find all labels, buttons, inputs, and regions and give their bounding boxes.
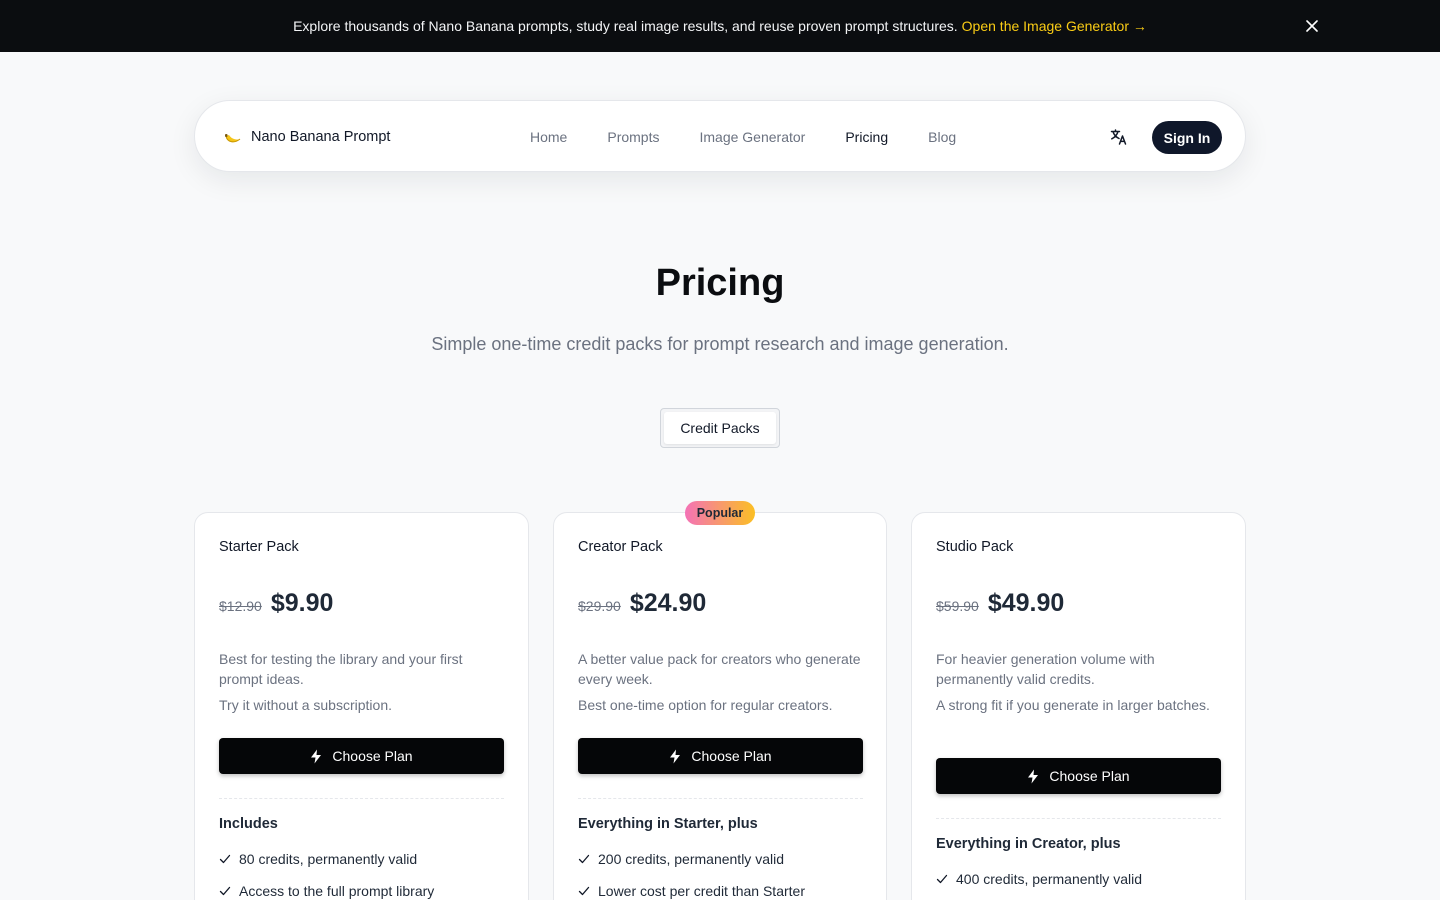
feature-text: 200 credits, permanently valid (598, 851, 784, 867)
plan-card-studio: Studio Pack $59.90 $49.90 For heavier ge… (911, 512, 1246, 900)
card-divider (936, 818, 1221, 819)
feature-item: 400 credits, permanently valid (936, 871, 1221, 887)
bolt-icon (311, 749, 322, 763)
close-announcement-button[interactable] (1302, 16, 1322, 36)
card-divider (578, 798, 863, 799)
includes-title: Everything in Creator, plus (936, 836, 1121, 852)
banana-icon (225, 134, 241, 143)
feature-item: Lower cost per credit than Starter (578, 883, 863, 899)
plan-description: A better value pack for creators who gen… (578, 651, 861, 687)
feature-item: 80 credits, permanently valid (219, 851, 504, 867)
original-price: $12.90 (219, 598, 262, 614)
choose-plan-label: Choose Plan (1049, 768, 1130, 784)
check-icon (219, 886, 231, 896)
nav-prompts[interactable]: Prompts (607, 129, 659, 145)
bolt-icon (670, 749, 681, 763)
includes-title: Everything in Starter, plus (578, 816, 758, 832)
sign-in-button[interactable]: Sign In (1152, 121, 1222, 154)
brand-name: Nano Banana Prompt (251, 129, 391, 145)
plan-name: Starter Pack (219, 539, 299, 555)
feature-text: Lower cost per credit than Starter (598, 883, 805, 899)
plan-description: Best for testing the library and your fi… (219, 651, 463, 687)
original-price: $59.90 (936, 598, 979, 614)
choose-plan-button[interactable]: Choose Plan (936, 758, 1221, 794)
nav-pricing[interactable]: Pricing (845, 129, 888, 145)
plan-tabs: Credit Packs (660, 408, 780, 448)
bolt-icon (1028, 769, 1039, 783)
close-icon (1306, 20, 1318, 32)
original-price: $29.90 (578, 598, 621, 614)
open-image-generator-link[interactable]: Open the Image Generator → (962, 18, 1147, 34)
current-price: $49.90 (987, 589, 1065, 617)
check-icon (578, 854, 590, 864)
main-nav: Home Prompts Image Generator Pricing Blo… (530, 101, 956, 173)
includes-title: Includes (219, 816, 278, 832)
feature-item: 200 credits, permanently valid (578, 851, 863, 867)
language-button[interactable] (1109, 127, 1129, 147)
popular-badge: Popular (685, 501, 755, 525)
brand-link[interactable]: Nano Banana Prompt (223, 101, 390, 173)
feature-text: Access to the full prompt library (239, 883, 435, 899)
page-subtitle: Simple one-time credit packs for prompt … (431, 334, 1009, 354)
announcement-bar: Explore thousands of Nano Banana prompts… (0, 0, 1440, 52)
page-title: Pricing (655, 262, 785, 304)
choose-plan-label: Choose Plan (332, 748, 413, 764)
plan-card-starter: Starter Pack $12.90 $9.90 Best for testi… (194, 512, 529, 900)
check-icon (936, 874, 948, 884)
feature-item: Access to the full prompt library (219, 883, 504, 899)
choose-plan-button[interactable]: Choose Plan (219, 738, 504, 774)
translate-icon (1110, 129, 1127, 145)
plan-name: Studio Pack (936, 539, 1014, 555)
check-icon (578, 886, 590, 896)
choose-plan-label: Choose Plan (691, 748, 772, 764)
nav-image-generator[interactable]: Image Generator (699, 129, 805, 145)
announcement-text: Explore thousands of Nano Banana prompts… (293, 18, 958, 34)
plan-note: Try it without a subscription. (219, 697, 392, 713)
price-row: $29.90 $24.90 (578, 589, 706, 618)
card-divider (219, 798, 504, 799)
price-row: $12.90 $9.90 (219, 589, 333, 618)
feature-text: 80 credits, permanently valid (239, 851, 418, 867)
nav-blog[interactable]: Blog (928, 129, 956, 145)
plan-note: A strong fit if you generate in larger b… (936, 697, 1210, 713)
tab-credit-packs[interactable]: Credit Packs (664, 412, 776, 444)
check-icon (219, 854, 231, 864)
site-header: Nano Banana Prompt Home Prompts Image Ge… (194, 100, 1246, 172)
plan-description: For heavier generation volume with perma… (936, 651, 1155, 687)
current-price: $24.90 (629, 589, 707, 617)
current-price: $9.90 (270, 589, 334, 617)
plan-card-creator: Popular Creator Pack $29.90 $24.90 A bet… (553, 501, 887, 900)
plan-note: Best one-time option for regular creator… (578, 697, 833, 713)
choose-plan-button[interactable]: Choose Plan (578, 738, 863, 774)
plan-name: Creator Pack (578, 539, 663, 555)
feature-text: 400 credits, permanently valid (956, 871, 1142, 887)
price-row: $59.90 $49.90 (936, 589, 1064, 618)
nav-home[interactable]: Home (530, 129, 567, 145)
